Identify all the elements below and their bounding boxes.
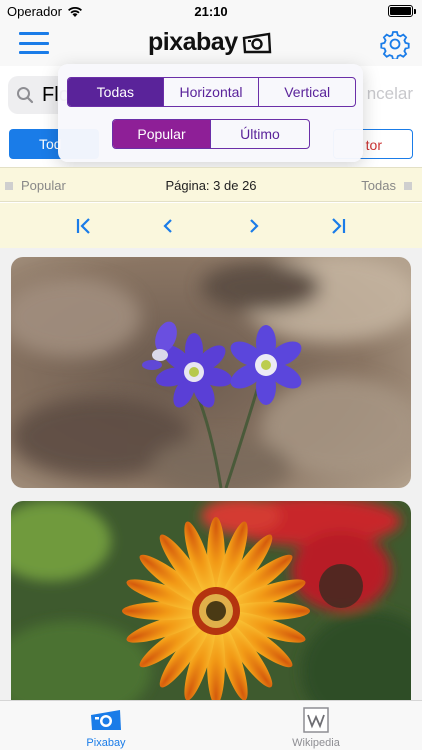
app-logo: pixabay	[148, 28, 272, 57]
camera-logo-icon	[242, 32, 271, 53]
nav-bar: pixabay	[0, 22, 422, 66]
settings-gear-icon[interactable]	[380, 29, 410, 59]
tab-pixabay[interactable]: Pixabay	[56, 705, 156, 749]
photo-card[interactable]	[11, 257, 411, 488]
tab-pixabay-label: Pixabay	[86, 737, 126, 749]
pager-navigation	[0, 203, 422, 248]
photo-list	[0, 248, 422, 700]
first-page-icon[interactable]	[74, 216, 94, 236]
tab-wikipedia-label: Wikipedia	[292, 737, 340, 749]
last-page-icon[interactable]	[328, 216, 348, 236]
menu-button[interactable]	[19, 32, 49, 54]
square-icon	[404, 181, 412, 190]
sort-option-popular[interactable]: Popular	[113, 120, 211, 148]
photo-orange-gerbera	[11, 501, 411, 700]
pager-info-bar: Popular Página: 3 de 26 Todas	[0, 167, 422, 202]
clock: 21:10	[194, 4, 228, 19]
cancel-button[interactable]: ncelar	[367, 84, 413, 104]
tab-wikipedia[interactable]: Wikipedia	[266, 705, 366, 749]
orientation-indicator-label: Todas	[361, 178, 396, 193]
camera-icon	[91, 710, 121, 730]
sort-segmented-control: Popular Último	[112, 119, 310, 149]
hamburger-icon	[19, 32, 49, 35]
page-indicator: Página: 3 de 26	[165, 178, 257, 193]
battery-icon	[388, 5, 416, 17]
previous-page-icon[interactable]	[158, 216, 178, 236]
photo-card[interactable]	[11, 501, 411, 700]
orientation-option-horizontal[interactable]: Horizontal	[164, 78, 260, 106]
status-bar: Operador 21:10	[0, 0, 422, 22]
orientation-option-vertical[interactable]: Vertical	[259, 78, 355, 106]
orientation-indicator: Todas	[361, 178, 412, 193]
filter-popover: Todas Horizontal Vertical Popular Último	[58, 64, 363, 162]
sort-option-latest[interactable]: Último	[211, 120, 309, 148]
orientation-option-todas[interactable]: Todas	[68, 78, 164, 106]
logo-text: pixabay	[148, 28, 238, 56]
wikipedia-icon	[303, 707, 329, 733]
tab-bar: Pixabay Wikipedia	[0, 700, 422, 750]
orientation-segmented-control: Todas Horizontal Vertical	[67, 77, 356, 107]
photo-purple-flowers	[11, 257, 411, 488]
search-icon	[17, 87, 34, 104]
next-page-icon[interactable]	[244, 216, 264, 236]
